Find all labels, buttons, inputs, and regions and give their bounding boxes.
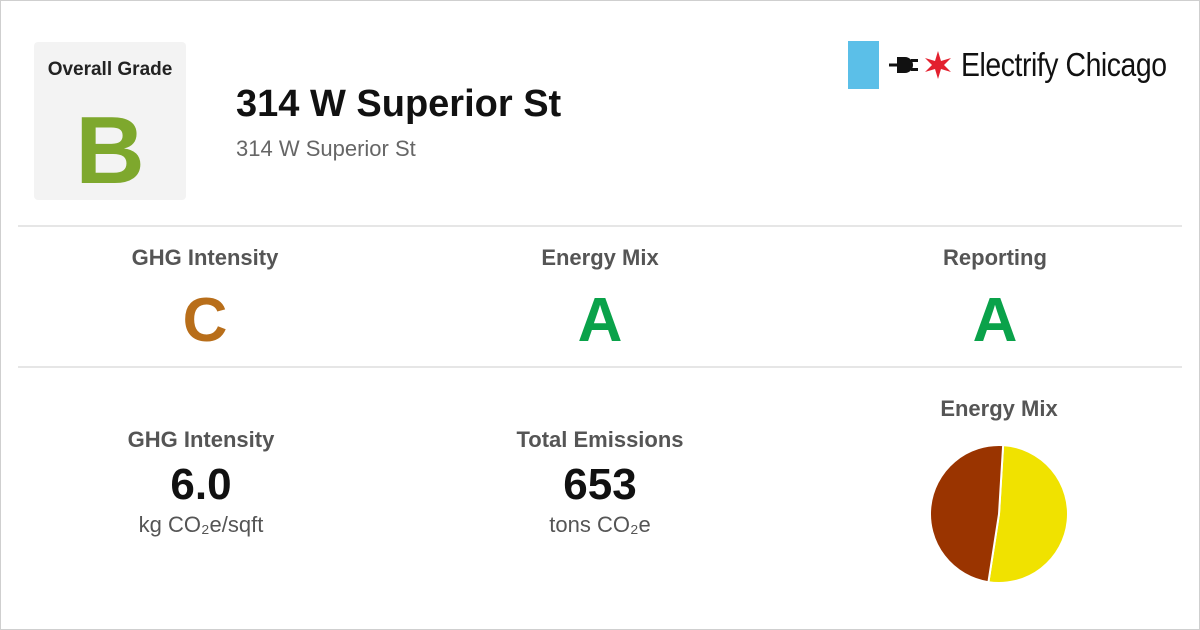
- divider-top: [18, 225, 1182, 227]
- overall-grade-letter: B: [75, 97, 145, 204]
- grade-letter: A: [972, 286, 1018, 355]
- pie-slice-1: [929, 444, 1005, 584]
- stat-label: Total Emissions: [516, 427, 684, 452]
- grade-reporting: Reporting A: [845, 244, 1145, 355]
- building-address: 314 W Superior St: [236, 136, 416, 161]
- stat-unit: kg CO₂e/sqft: [138, 512, 264, 537]
- overall-grade-box: Overall Grade B: [34, 42, 186, 200]
- grade-letter: A: [577, 286, 623, 355]
- energy-mix-chart: Energy Mix: [849, 395, 1149, 584]
- electrify-chicago-logo[interactable]: Electrify Chicago: [848, 41, 1178, 89]
- chart-title: Energy Mix: [940, 396, 1058, 421]
- divider-middle: [18, 366, 1182, 368]
- grade-label: Energy Mix: [541, 245, 659, 270]
- plug-icon: [889, 57, 918, 73]
- flag-stripe: [848, 41, 879, 89]
- stat-ghg-intensity: GHG Intensity 6.0 kg CO₂e/sqft: [51, 426, 351, 538]
- grade-label: Reporting: [943, 245, 1047, 270]
- stat-unit: tons CO₂e: [549, 512, 651, 537]
- grade-letter: C: [182, 286, 228, 355]
- stat-total-emissions: Total Emissions 653 tons CO₂e: [450, 426, 750, 538]
- overall-grade-label: Overall Grade: [47, 59, 173, 80]
- logo-text: Electrify Chicago: [961, 46, 1167, 83]
- grade-ghg-intensity: GHG Intensity C: [55, 244, 355, 355]
- building-title: 314 W Superior St: [236, 83, 562, 125]
- stat-label: GHG Intensity: [127, 427, 275, 452]
- stat-value: 6.0: [170, 460, 232, 509]
- stat-value: 653: [563, 460, 637, 509]
- grade-energy-mix: Energy Mix A: [450, 244, 750, 355]
- grade-label: GHG Intensity: [131, 245, 279, 270]
- red-star-icon: [925, 51, 951, 79]
- energy-mix-pie: [929, 444, 1069, 584]
